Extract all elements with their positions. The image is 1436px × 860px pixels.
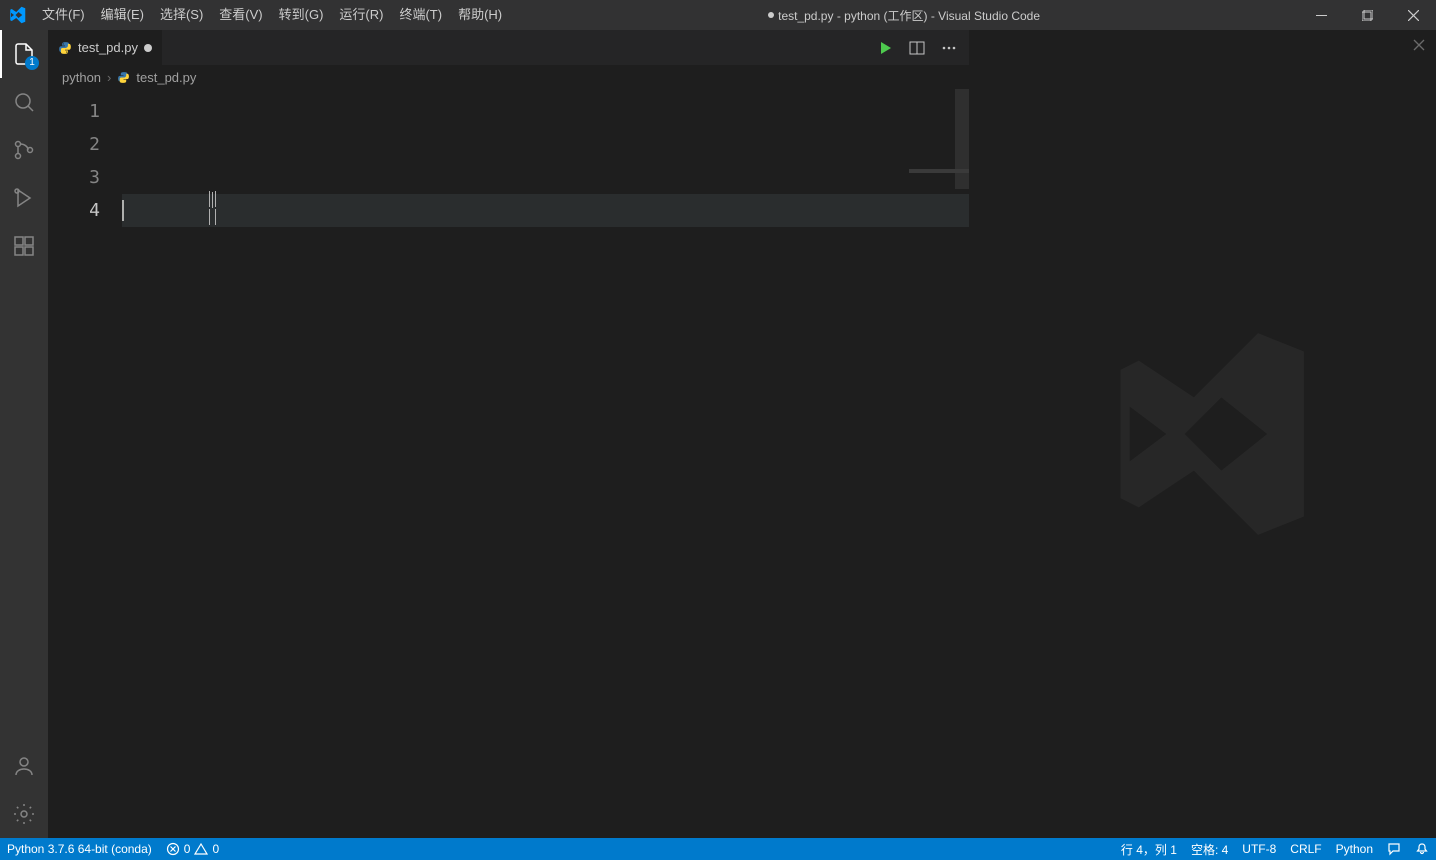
source-control-icon[interactable] xyxy=(0,126,48,174)
menu-edit[interactable]: 编辑(E) xyxy=(93,0,152,30)
run-file-button[interactable] xyxy=(871,34,899,62)
settings-gear-icon[interactable] xyxy=(0,790,48,838)
status-bell-icon[interactable] xyxy=(1408,838,1436,860)
status-errors-count: 0 xyxy=(184,842,191,856)
explorer-badge: 1 xyxy=(25,56,39,70)
status-language[interactable]: Python xyxy=(1329,838,1380,860)
window-title-text: test_pd.py - python (工作区) - Visual Studi… xyxy=(778,7,1040,24)
line-number: 3 xyxy=(48,161,100,194)
chevron-right-icon: › xyxy=(107,70,111,85)
tab-label: test_pd.py xyxy=(78,40,138,55)
main-area: 1 tes xyxy=(0,30,1436,838)
status-warnings-count: 0 xyxy=(212,842,219,856)
tab-actions xyxy=(871,30,969,65)
minimap-scrollbar[interactable] xyxy=(955,89,969,189)
menu-file[interactable]: 文件(F) xyxy=(34,0,93,30)
vscode-watermark-icon xyxy=(1093,324,1313,544)
extensions-icon[interactable] xyxy=(0,222,48,270)
more-actions-button[interactable] xyxy=(935,34,963,62)
minimize-button[interactable] xyxy=(1298,0,1344,30)
code-line[interactable] xyxy=(122,128,969,161)
status-line-col[interactable]: 行 4，列 1 xyxy=(1114,838,1184,860)
minimap-viewport xyxy=(909,169,969,173)
split-editor-button[interactable] xyxy=(903,34,931,62)
code-line[interactable] xyxy=(122,161,969,194)
minimap[interactable] xyxy=(909,89,969,838)
menu-selection[interactable]: 选择(S) xyxy=(152,0,211,30)
editor-group-left: test_pd.py python › test_pd.py xyxy=(48,30,970,838)
status-feedback-icon[interactable] xyxy=(1380,838,1408,860)
explorer-icon[interactable]: 1 xyxy=(0,30,48,78)
line-number: 4 xyxy=(48,194,100,227)
python-file-icon xyxy=(58,41,72,55)
code-line[interactable] xyxy=(122,95,969,128)
menu-terminal[interactable]: 终端(T) xyxy=(391,0,450,30)
breadcrumb[interactable]: python › test_pd.py xyxy=(48,65,969,89)
accounts-icon[interactable] xyxy=(0,742,48,790)
status-python-env[interactable]: Python 3.7.6 64-bit (conda) xyxy=(0,838,159,860)
run-debug-icon[interactable] xyxy=(0,174,48,222)
menu-help[interactable]: 帮助(H) xyxy=(450,0,510,30)
window-title: test_pd.py - python (工作区) - Visual Studi… xyxy=(510,7,1298,24)
window-controls xyxy=(1298,0,1436,30)
code-line[interactable] xyxy=(122,194,969,227)
title-bar: 文件(F) 编辑(E) 选择(S) 查看(V) 转到(G) 运行(R) 终端(T… xyxy=(0,0,1436,30)
code-area[interactable] xyxy=(122,89,969,838)
editor-group-right xyxy=(970,30,1436,838)
search-icon[interactable] xyxy=(0,78,48,126)
status-encoding[interactable]: UTF-8 xyxy=(1235,838,1283,860)
dirty-indicator-icon xyxy=(768,12,774,18)
menu-run[interactable]: 运行(R) xyxy=(331,0,391,30)
activity-bar: 1 xyxy=(0,30,48,838)
close-button[interactable] xyxy=(1390,0,1436,30)
status-spaces[interactable]: 空格: 4 xyxy=(1184,838,1235,860)
status-eol[interactable]: CRLF xyxy=(1283,838,1328,860)
status-problems[interactable]: 0 0 xyxy=(159,838,226,860)
line-number: 2 xyxy=(48,128,100,161)
tab-bar: test_pd.py xyxy=(48,30,969,65)
text-cursor xyxy=(122,200,124,221)
tab-test-pd[interactable]: test_pd.py xyxy=(48,30,163,65)
menu-bar: 文件(F) 编辑(E) 选择(S) 查看(V) 转到(G) 运行(R) 终端(T… xyxy=(34,0,510,30)
app-logo xyxy=(0,6,34,24)
editor-region: test_pd.py python › test_pd.py xyxy=(48,30,1436,838)
status-bar: Python 3.7.6 64-bit (conda) 0 0 行 4，列 1 … xyxy=(0,838,1436,860)
breadcrumb-folder[interactable]: python xyxy=(62,70,101,85)
line-number: 1 xyxy=(48,95,100,128)
python-file-icon xyxy=(117,71,130,84)
maximize-button[interactable] xyxy=(1344,0,1390,30)
breadcrumb-file[interactable]: test_pd.py xyxy=(136,70,196,85)
menu-view[interactable]: 查看(V) xyxy=(211,0,270,30)
editor-body[interactable]: 1 2 3 4 xyxy=(48,89,969,838)
close-editor-group-button[interactable] xyxy=(1412,38,1426,52)
line-gutter: 1 2 3 4 xyxy=(48,89,122,838)
tab-dirty-icon xyxy=(144,44,152,52)
menu-go[interactable]: 转到(G) xyxy=(271,0,332,30)
